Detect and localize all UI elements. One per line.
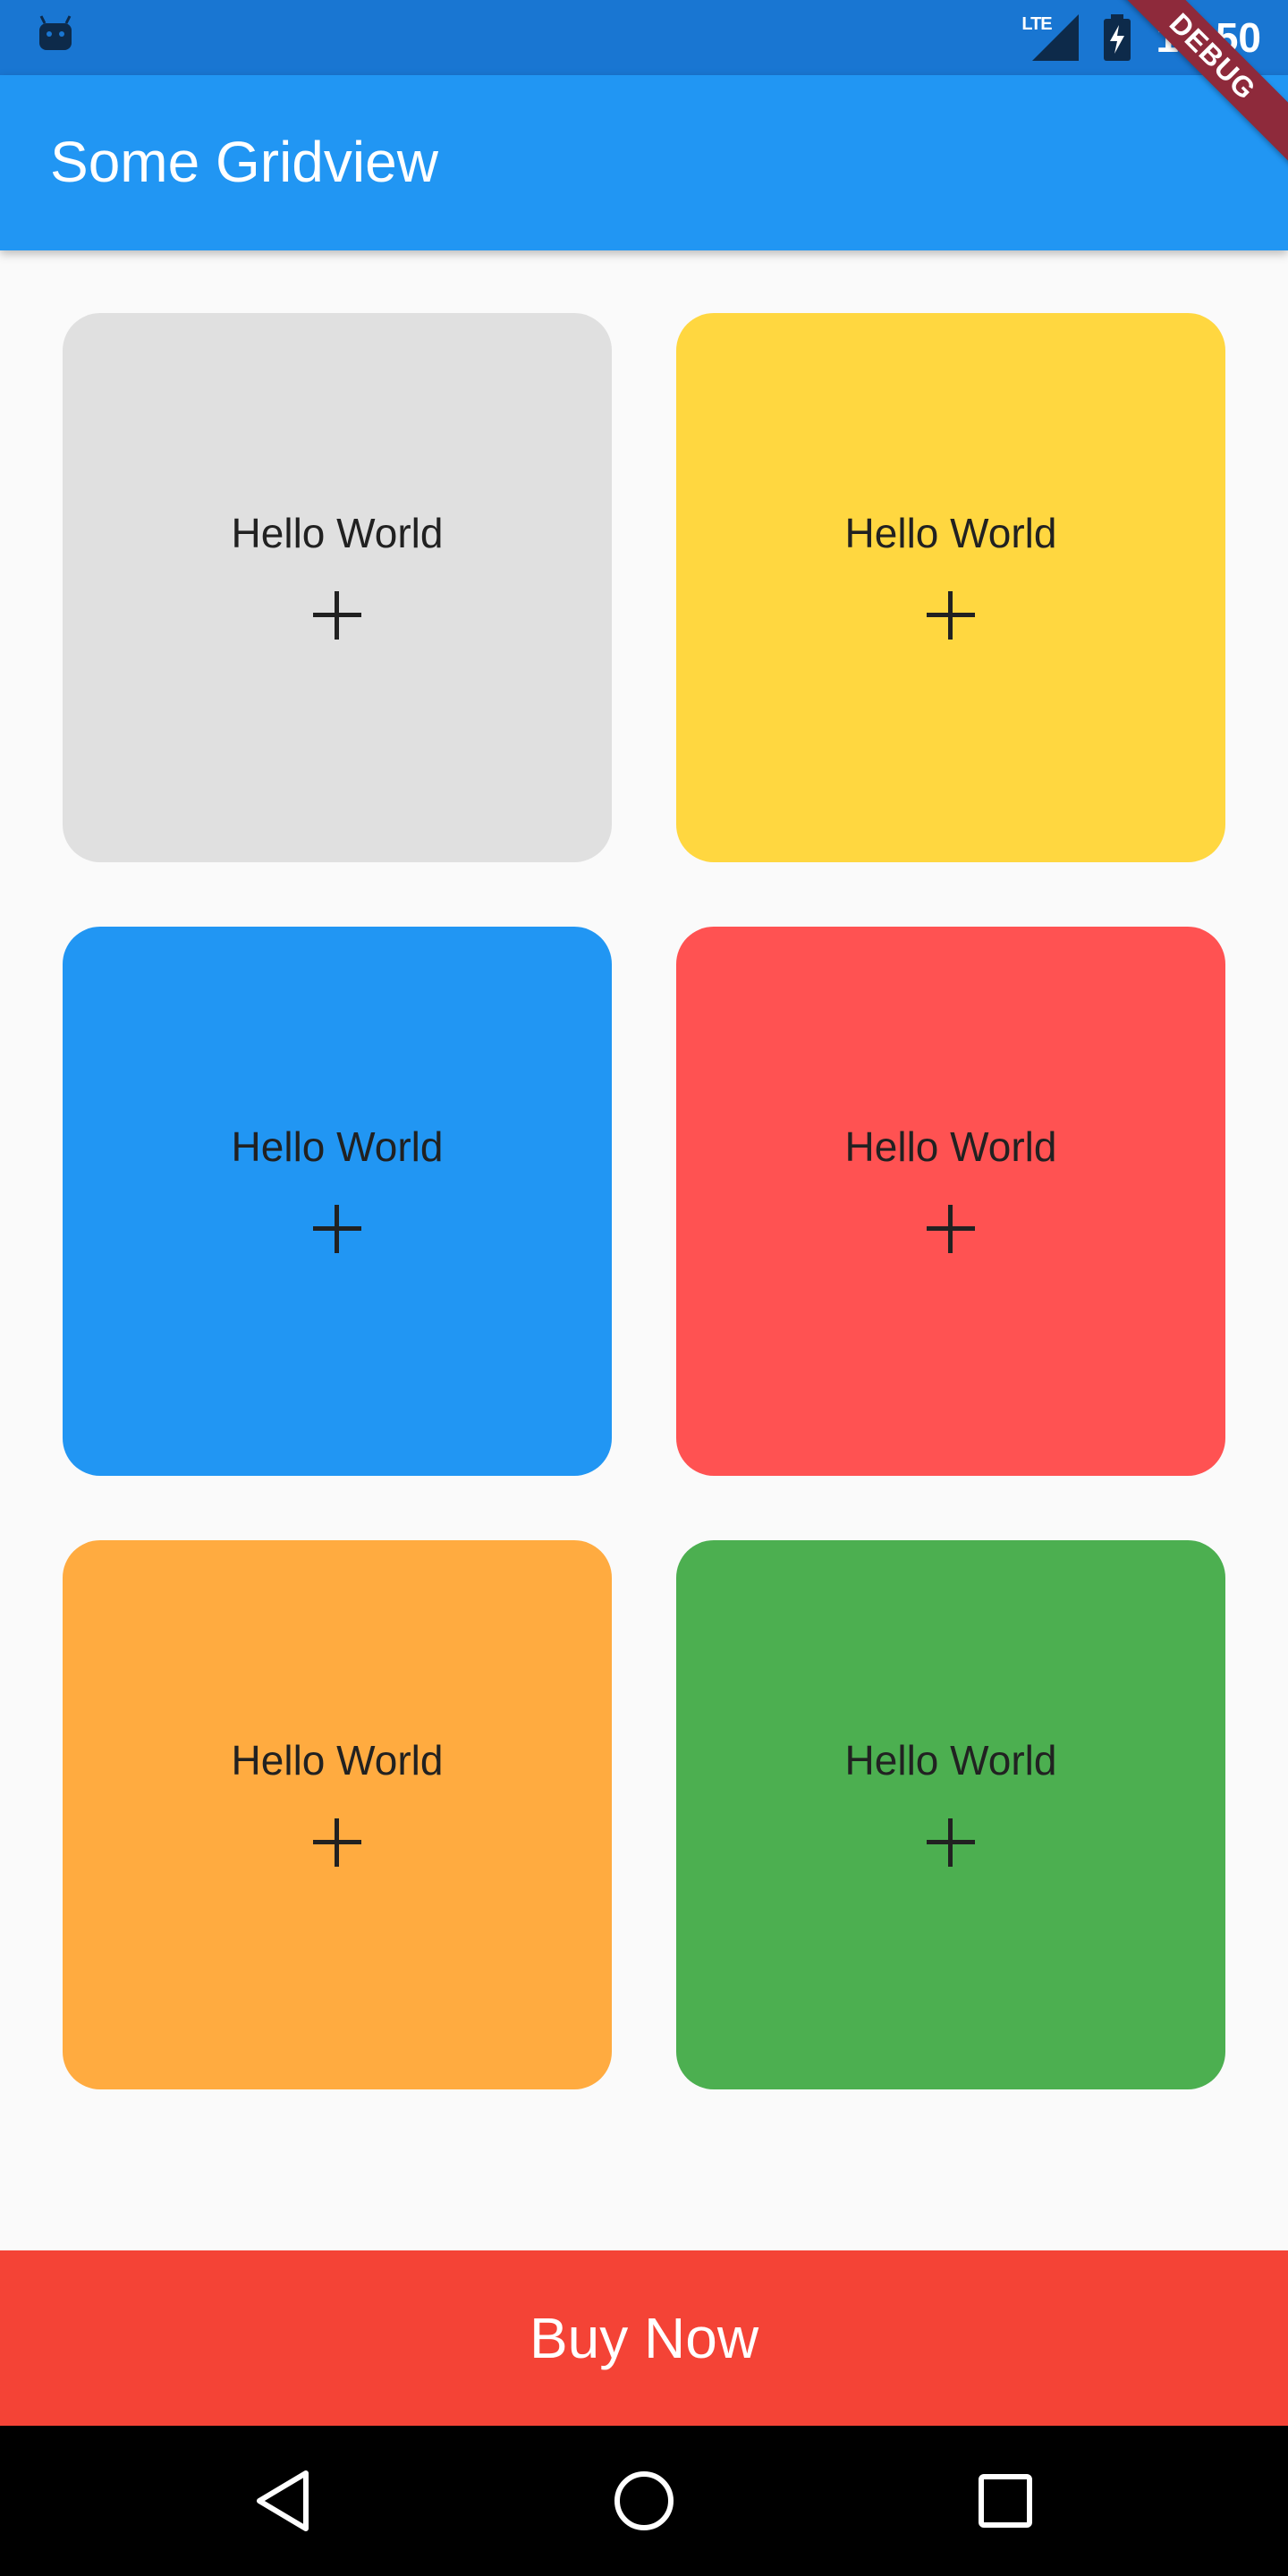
tile-label: Hello World	[844, 1123, 1057, 1170]
grid-tile[interactable]: Hello World	[676, 927, 1225, 1476]
plus-icon	[313, 1205, 361, 1253]
tile-label: Hello World	[844, 1737, 1057, 1784]
lte-signal-icon: LTE	[1021, 14, 1080, 61]
plus-icon	[927, 591, 975, 640]
grid-tile[interactable]: Hello World	[63, 313, 612, 862]
android-debug-icon	[36, 14, 75, 54]
back-icon[interactable]	[236, 2454, 329, 2547]
recents-icon[interactable]	[959, 2454, 1052, 2547]
battery-charging-icon	[1102, 14, 1132, 61]
status-bar: LTE 10:50	[0, 0, 1288, 75]
grid-tile[interactable]: Hello World	[676, 313, 1225, 862]
grid-tile[interactable]: Hello World	[63, 927, 612, 1476]
grid-tile[interactable]: Hello World	[676, 1540, 1225, 2089]
plus-icon	[927, 1205, 975, 1253]
buy-now-button[interactable]: Buy Now	[0, 2250, 1288, 2426]
tile-label: Hello World	[231, 1123, 444, 1170]
plus-icon	[927, 1818, 975, 1867]
plus-icon	[313, 1818, 361, 1867]
page-title: Some Gridview	[50, 130, 438, 194]
app-bar: Some Gridview	[0, 75, 1288, 250]
navigation-bar	[0, 2426, 1288, 2576]
tile-label: Hello World	[844, 510, 1057, 556]
plus-icon	[313, 591, 361, 640]
grid-tile[interactable]: Hello World	[63, 1540, 612, 2089]
tile-label: Hello World	[231, 510, 444, 556]
home-icon[interactable]	[597, 2454, 691, 2547]
tile-grid: Hello World Hello World Hello World Hell…	[63, 313, 1225, 2089]
tile-label: Hello World	[231, 1737, 444, 1784]
